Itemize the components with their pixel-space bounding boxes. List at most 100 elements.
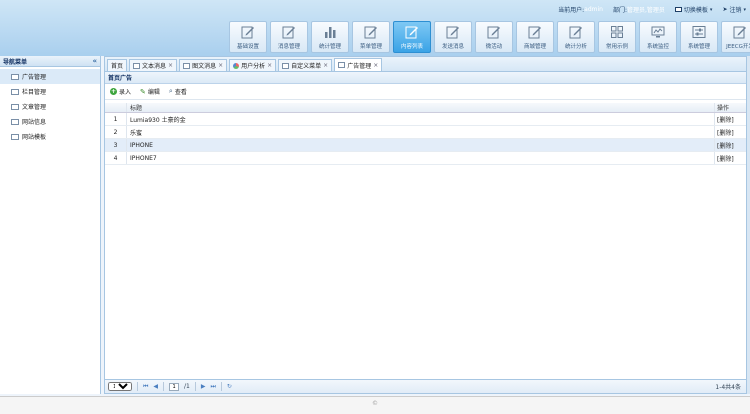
sidebar-header: 导航菜单 « — [0, 56, 100, 67]
collapse-icon[interactable]: « — [92, 57, 97, 65]
view-button[interactable]: ⌕ 查看 — [169, 87, 187, 96]
toolbar-button[interactable]: 发送消息 — [434, 21, 472, 53]
toolbar-button-label: 基础设置 — [236, 44, 259, 50]
sidebar-item[interactable]: 广告管理 — [0, 69, 100, 84]
delete-link[interactable]: [删除] — [715, 139, 746, 151]
logout-button[interactable]: ➤ 注销 ▾ — [722, 5, 746, 14]
panel-title: 首页广告 — [105, 72, 746, 84]
grid-body: 1 Lumia930 土豪的金 [删除] 2 乐蜜 [删除] 3 IPHONE [删除] 4 IPH… — [105, 113, 746, 165]
monitor-icon — [674, 7, 682, 12]
page-icon — [11, 133, 19, 140]
module-toolbar: 基础设置 消息管理 统计管理 菜单管理 内容列表 发送消息 微活动 商城管理 统计分析 常用示例 系… — [229, 21, 750, 53]
add-icon: + — [110, 88, 117, 95]
grid-header: 标题 操作 — [105, 103, 746, 113]
refresh-icon[interactable]: ↻ — [227, 383, 232, 390]
tab[interactable]: 首页 — [107, 59, 128, 71]
tab-label: 用户分析 — [241, 63, 266, 70]
column-header-op: 操作 — [717, 105, 730, 112]
chevron-down-icon: ▾ — [743, 6, 746, 13]
tab-bar: 首页 文本消息 × 图文消息 × 用户分析 × 自定义菜单 × 广告管理 × — [105, 57, 746, 72]
toolbar-button-label: 统计管理 — [318, 44, 341, 50]
first-page-icon[interactable]: ⏮ — [143, 383, 148, 391]
table-row[interactable]: 3 IPHONE [删除] — [105, 139, 746, 152]
sidebar-item[interactable]: 栏目管理 — [0, 84, 100, 99]
edit-icon — [528, 25, 542, 39]
sidebar-item-label: 广告管理 — [22, 74, 47, 81]
tab[interactable]: 用户分析 × — [229, 59, 277, 71]
table-row[interactable]: 4 IPHONE7 [删除] — [105, 152, 746, 165]
column-header-title[interactable]: 标题 — [127, 103, 715, 112]
toolbar-button[interactable]: 消息管理 — [270, 21, 308, 53]
edit-icon — [405, 25, 419, 39]
page-number-input[interactable] — [169, 382, 180, 391]
toolbar-button[interactable]: 菜单管理 — [352, 21, 390, 53]
toolbar-button-label: 菜单管理 — [359, 44, 382, 50]
grid-icon — [610, 25, 624, 39]
toolbar-button[interactable]: 系统监控 — [639, 21, 677, 53]
username: admin — [584, 6, 603, 13]
tab-label: 首页 — [111, 63, 124, 70]
data-grid: 标题 操作 1 Lumia930 土豪的金 [删除] 2 乐蜜 [删除] 3 IPHONE [删… — [105, 103, 746, 165]
add-label: 录入 — [119, 89, 132, 96]
tab[interactable]: 图文消息 × — [179, 59, 228, 71]
delete-link[interactable]: [删除] — [715, 152, 746, 164]
table-row[interactable]: 2 乐蜜 [删除] — [105, 126, 746, 139]
toolbar-button[interactable]: 统计分析 — [557, 21, 595, 53]
close-icon[interactable]: × — [373, 62, 378, 69]
edit-icon — [446, 25, 460, 39]
close-icon[interactable]: × — [323, 62, 328, 69]
switch-template-button[interactable]: 切换模板 ▾ — [674, 5, 712, 14]
sidebar-item[interactable]: 文章管理 — [0, 99, 100, 114]
sidebar-item-label: 栏目管理 — [22, 89, 47, 96]
table-row[interactable]: 1 Lumia930 土豪的金 [删除] — [105, 113, 746, 126]
toolbar-button[interactable]: 基础设置 — [229, 21, 267, 53]
tab[interactable]: 自定义菜单 × — [278, 59, 333, 71]
sidebar-item[interactable]: 网站模板 — [0, 129, 100, 144]
search-icon: ⌕ — [168, 87, 173, 95]
greeting-label: 当前用户: — [558, 7, 585, 14]
edit-button[interactable]: ✎ 编辑 — [140, 87, 160, 97]
toolbar-button[interactable]: 系统管理 — [680, 21, 718, 53]
edit-icon — [241, 25, 255, 39]
next-page-icon[interactable]: ▶ — [201, 383, 206, 390]
sidebar-item[interactable]: 网站信息 — [0, 114, 100, 129]
toolbar-button-label: 消息管理 — [277, 44, 300, 50]
toolbar-button[interactable]: 常用示例 — [598, 21, 636, 53]
footer: © — [0, 396, 750, 414]
row-number: 1 — [105, 113, 127, 125]
edit-icon — [733, 25, 747, 39]
toolbar-button-label: JEECG开发 — [726, 44, 750, 50]
toolbar-button[interactable]: 微活动 — [475, 21, 513, 53]
page-icon — [133, 62, 141, 69]
row-title: IPHONE — [127, 139, 715, 151]
page-size-select[interactable]: 10 — [108, 382, 132, 391]
tab[interactable]: 广告管理 × — [334, 58, 383, 71]
toolbar-button-label: 系统监控 — [646, 44, 669, 50]
action-bar: + 录入 ✎ 编辑 ⌕ 查看 — [105, 84, 746, 100]
row-title: IPHONE7 — [127, 152, 715, 164]
row-number: 4 — [105, 152, 127, 164]
toolbar-button[interactable]: JEECG开发 — [721, 21, 750, 53]
add-button[interactable]: + 录入 — [110, 87, 131, 96]
main-panel: 首页 文本消息 × 图文消息 × 用户分析 × 自定义菜单 × 广告管理 × 首页广告 + 录入 ✎… — [104, 56, 747, 394]
page-icon — [338, 62, 346, 68]
sidebar-title: 导航菜单 — [3, 58, 28, 66]
delete-link[interactable]: [删除] — [715, 126, 746, 138]
toolbar-button[interactable]: 统计管理 — [311, 21, 349, 53]
last-page-icon[interactable]: ⏭ — [211, 383, 216, 391]
app-header: 当前用户: admin 部门: 管理员,管理员 切换模板 ▾ ➤ 注销 ▾ 基础… — [0, 0, 750, 56]
prev-page-icon[interactable]: ◀ — [153, 383, 158, 390]
close-icon[interactable]: × — [168, 62, 173, 69]
user-bar: 当前用户: admin 部门: 管理员,管理员 切换模板 ▾ ➤ 注销 ▾ — [558, 5, 746, 14]
close-icon[interactable]: × — [218, 62, 223, 69]
edit-icon — [487, 25, 501, 39]
toolbar-button[interactable]: 商城管理 — [516, 21, 554, 53]
pencil-icon: ✎ — [140, 87, 146, 96]
toolbar-button-label: 商城管理 — [523, 44, 546, 50]
tab[interactable]: 文本消息 × — [129, 59, 178, 71]
edit-icon — [282, 25, 296, 39]
page-icon — [11, 88, 19, 95]
delete-link[interactable]: [删除] — [715, 113, 746, 125]
toolbar-button[interactable]: 内容列表 — [393, 21, 431, 53]
close-icon[interactable]: × — [267, 62, 272, 69]
